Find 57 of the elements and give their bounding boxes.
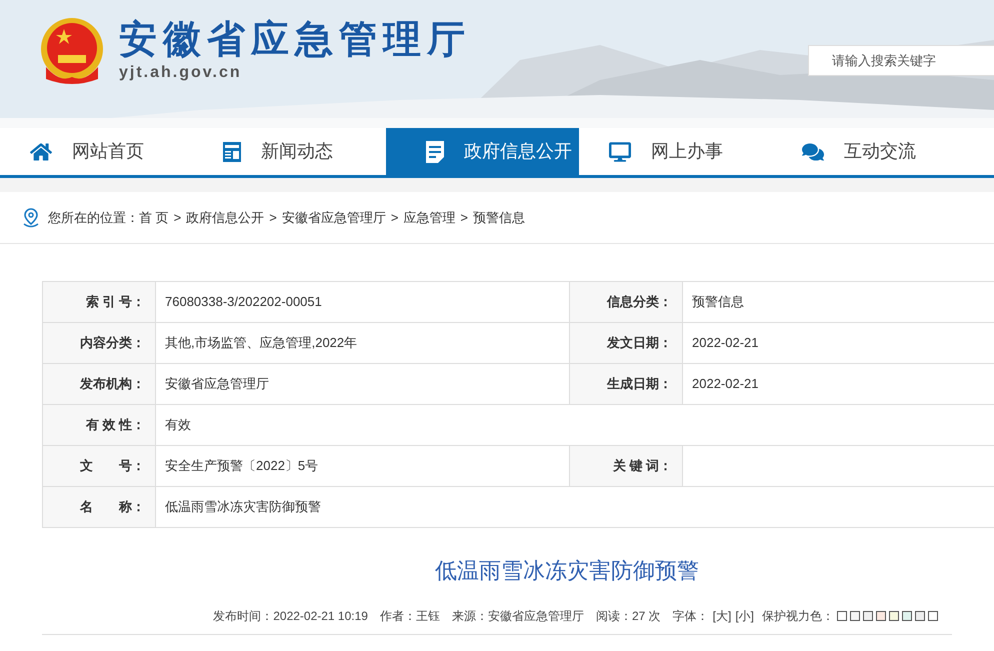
nav-tab[interactable]: 政府信息公开: [386, 128, 579, 175]
breadcrumb-separator: >: [269, 208, 277, 227]
breadcrumb-separator: >: [390, 208, 398, 227]
color-swatch[interactable]: [902, 611, 912, 621]
breadcrumb-link[interactable]: 政府信息公开: [186, 208, 264, 228]
field-value: 低温雨雪冰冻灾害防御预警: [156, 487, 994, 527]
location-pin-icon: [22, 208, 40, 228]
breadcrumb-label: 您所在的位置：: [48, 208, 139, 227]
field-label: 内容分类：: [43, 323, 156, 363]
search-field[interactable]: 请输入搜索关键字: [808, 45, 994, 76]
breadcrumb-link[interactable]: 首 页: [139, 208, 169, 228]
font-size-link[interactable]: [大]: [712, 607, 732, 625]
color-swatch[interactable]: [863, 611, 873, 621]
meta-text: 来源：安徽省应急管理厅: [452, 608, 584, 625]
field-value: 预警信息: [683, 282, 994, 322]
breadcrumb-separator: >: [174, 208, 182, 227]
breadcrumb-link[interactable]: 预警信息: [473, 208, 525, 228]
font-size-link[interactable]: [小]: [735, 607, 754, 625]
meta-text: 阅读：27 次: [596, 608, 661, 625]
color-swatch[interactable]: [837, 611, 847, 621]
site-domain: yjt.ah.gov.cn: [119, 63, 243, 83]
newspaper-icon: [223, 142, 241, 162]
color-swatch[interactable]: [928, 611, 938, 621]
site-title: 安徽省应急管理厅: [119, 18, 471, 63]
monitor-icon: [609, 142, 631, 162]
field-label: 有 效 性：: [43, 405, 156, 445]
home-icon: [30, 140, 52, 162]
field-value: 2022-02-21: [683, 323, 994, 363]
article-title: 低温雨雪冰冻灾害防御预警: [434, 557, 700, 585]
nav-tab[interactable]: 新闻动态: [193, 128, 386, 175]
field-label: 关 键 词：: [570, 446, 683, 486]
color-swatch[interactable]: [915, 611, 925, 621]
field-value: 2022-02-21: [683, 364, 994, 404]
breadcrumb-link[interactable]: 安徽省应急管理厅: [282, 208, 386, 228]
meta-text: 作者：王钰: [380, 608, 440, 625]
font-size-label: 字体：: [672, 608, 709, 625]
field-label: 名 称：: [43, 487, 156, 527]
nav-tab[interactable]: 网上办事: [579, 128, 772, 175]
eye-care-label: 保护视力色：: [762, 608, 834, 625]
breadcrumb-separator: >: [460, 208, 468, 227]
field-label: 信息分类：: [570, 282, 683, 322]
field-label: 发文日期：: [570, 323, 683, 363]
meta-text: 发布时间：2022-02-21 10:19: [213, 608, 368, 625]
field-label: 发布机构：: [43, 364, 156, 404]
color-swatch[interactable]: [850, 611, 860, 621]
field-label: 文 号：: [43, 446, 156, 486]
nav-tab[interactable]: 网站首页: [0, 128, 193, 175]
chat-icon: [802, 142, 824, 162]
document-icon: [426, 140, 444, 162]
color-swatch[interactable]: [876, 611, 886, 621]
field-value: 有效: [156, 405, 994, 445]
nav-tab[interactable]: 互动交流: [772, 128, 965, 175]
emblem-icon: [40, 17, 104, 85]
breadcrumb-link[interactable]: 应急管理: [403, 208, 456, 228]
color-swatch[interactable]: [889, 611, 899, 621]
field-label: 索 引 号：: [43, 282, 156, 322]
field-label: 生成日期：: [570, 364, 683, 404]
